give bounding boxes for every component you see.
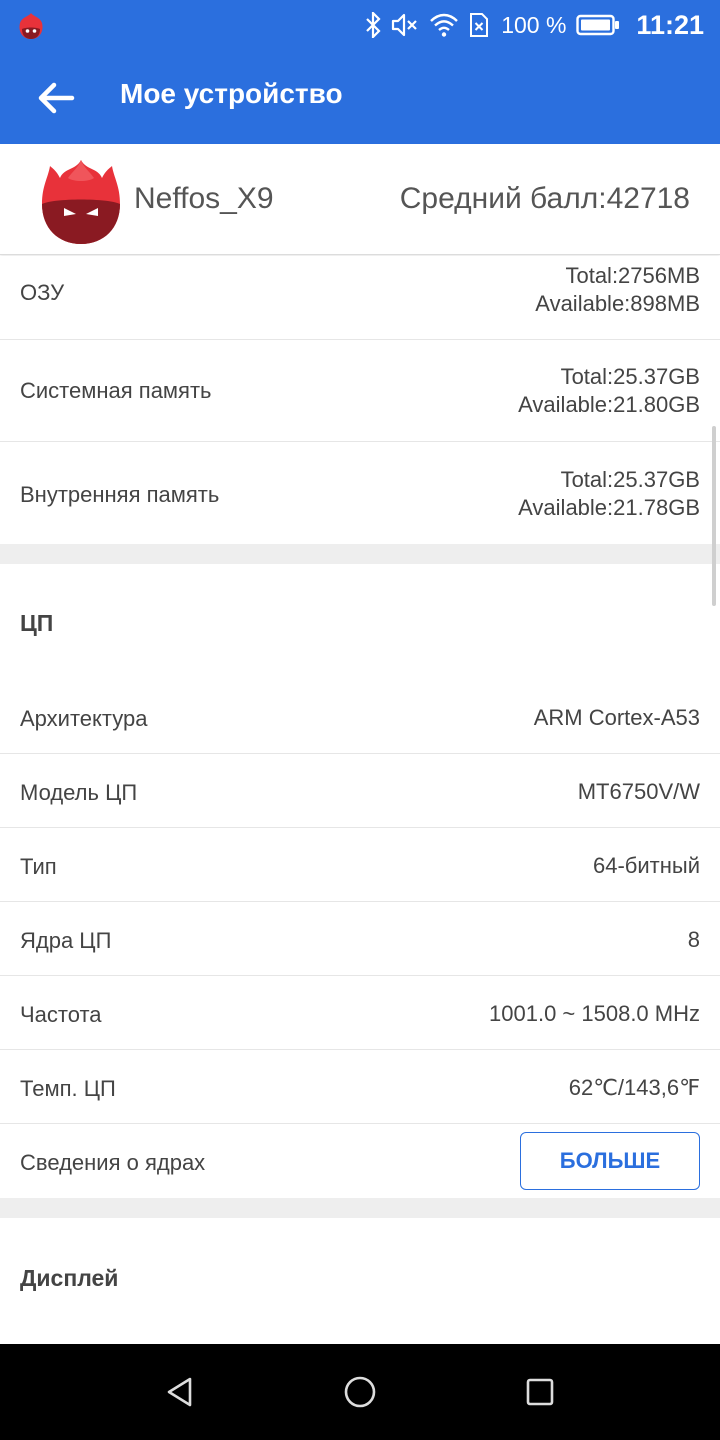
row-label: Системная память [20,378,212,403]
memory-row-internal: Внутренняя память Total:25.37GB Availabl… [0,442,720,544]
wifi-icon [430,13,459,37]
scrollbar[interactable] [712,426,716,606]
row-label: Архитектура [20,706,148,731]
back-triangle-icon[interactable] [162,1374,198,1410]
row-label: Тип [20,854,57,879]
antutu-logo-icon [42,160,120,244]
cpu-row-core-details: Сведения о ядрах БОЛЬШЕ [0,1124,720,1198]
total-value: Total:2756MB [565,263,700,288]
available-value: Available:21.78GB [518,495,700,520]
display-section-title: Дисплей [20,1265,119,1291]
more-button[interactable]: БОЛЬШЕ [520,1132,700,1190]
row-label: Внутренняя память [20,482,220,507]
mute-icon [392,13,417,37]
total-value: Total:25.37GB [560,467,700,492]
arrow-left-icon[interactable] [34,76,78,120]
page-title: Мое устройство [120,78,343,109]
row-label: Ядра ЦП [20,928,112,953]
average-score: Средний балл:42718 [399,182,690,215]
section-divider [0,544,720,564]
row-value: 8 [687,927,700,952]
row-label: Модель ЦП [20,780,138,805]
available-value: Available:898MB [535,291,700,316]
memory-row-ram: ОЗУ Total:2756MB Available:898MB [0,256,720,340]
antutu-notification-icon [19,13,43,39]
cpu-row-model: Модель ЦП MT6750V/W [0,754,720,828]
row-value: Total:25.37GB Available:21.78GB [518,466,700,522]
cpu-row-architecture: Архитектура ARM Cortex-A53 [0,680,720,754]
row-label: Сведения о ядрах [20,1150,206,1175]
clock: 11:21 [636,9,704,40]
cpu-row-frequency: Частота 1001.0 ~ 1508.0 MHz [0,976,720,1050]
cpu-row-cores: Ядра ЦП 8 [0,902,720,976]
bluetooth-icon [366,12,381,38]
status-bar: 100 % 11:21 [0,0,720,50]
home-circle-icon[interactable] [342,1374,378,1410]
row-label: Темп. ЦП [20,1076,116,1101]
battery-icon [576,14,620,36]
cpu-row-temperature: Темп. ЦП 62℃/143,6℉ [0,1050,720,1124]
row-value: MT6750V/W [577,779,700,804]
device-name: Neffos_X9 [134,182,274,215]
row-value: Total:25.37GB Available:21.80GB [518,363,700,419]
cpu-row-type: Тип 64-битный [0,828,720,902]
no-sim-icon [470,13,489,37]
recents-square-icon[interactable] [522,1374,558,1410]
section-divider [0,1198,720,1218]
cpu-section-title: ЦП [20,610,54,636]
available-value: Available:21.80GB [518,392,700,417]
memory-row-system: Системная память Total:25.37GB Available… [0,340,720,442]
total-value: Total:25.37GB [560,364,700,389]
row-label: ОЗУ [20,280,65,305]
row-value: 62℃/143,6℉ [568,1075,700,1100]
row-value: ARM Cortex-A53 [533,705,700,730]
device-header: Neffos_X9 Средний балл:42718 [0,144,720,255]
row-value: Total:2756MB Available:898MB [535,262,700,318]
status-icons: 100 % 11:21 [365,0,704,50]
row-label: Частота [20,1002,102,1027]
row-value: 1001.0 ~ 1508.0 MHz [489,1001,700,1026]
row-value: 64-битный [592,853,700,878]
app-bar: Мое устройство [0,50,720,144]
battery-percent: 100 % [501,11,567,38]
system-nav-bar [0,1344,720,1440]
